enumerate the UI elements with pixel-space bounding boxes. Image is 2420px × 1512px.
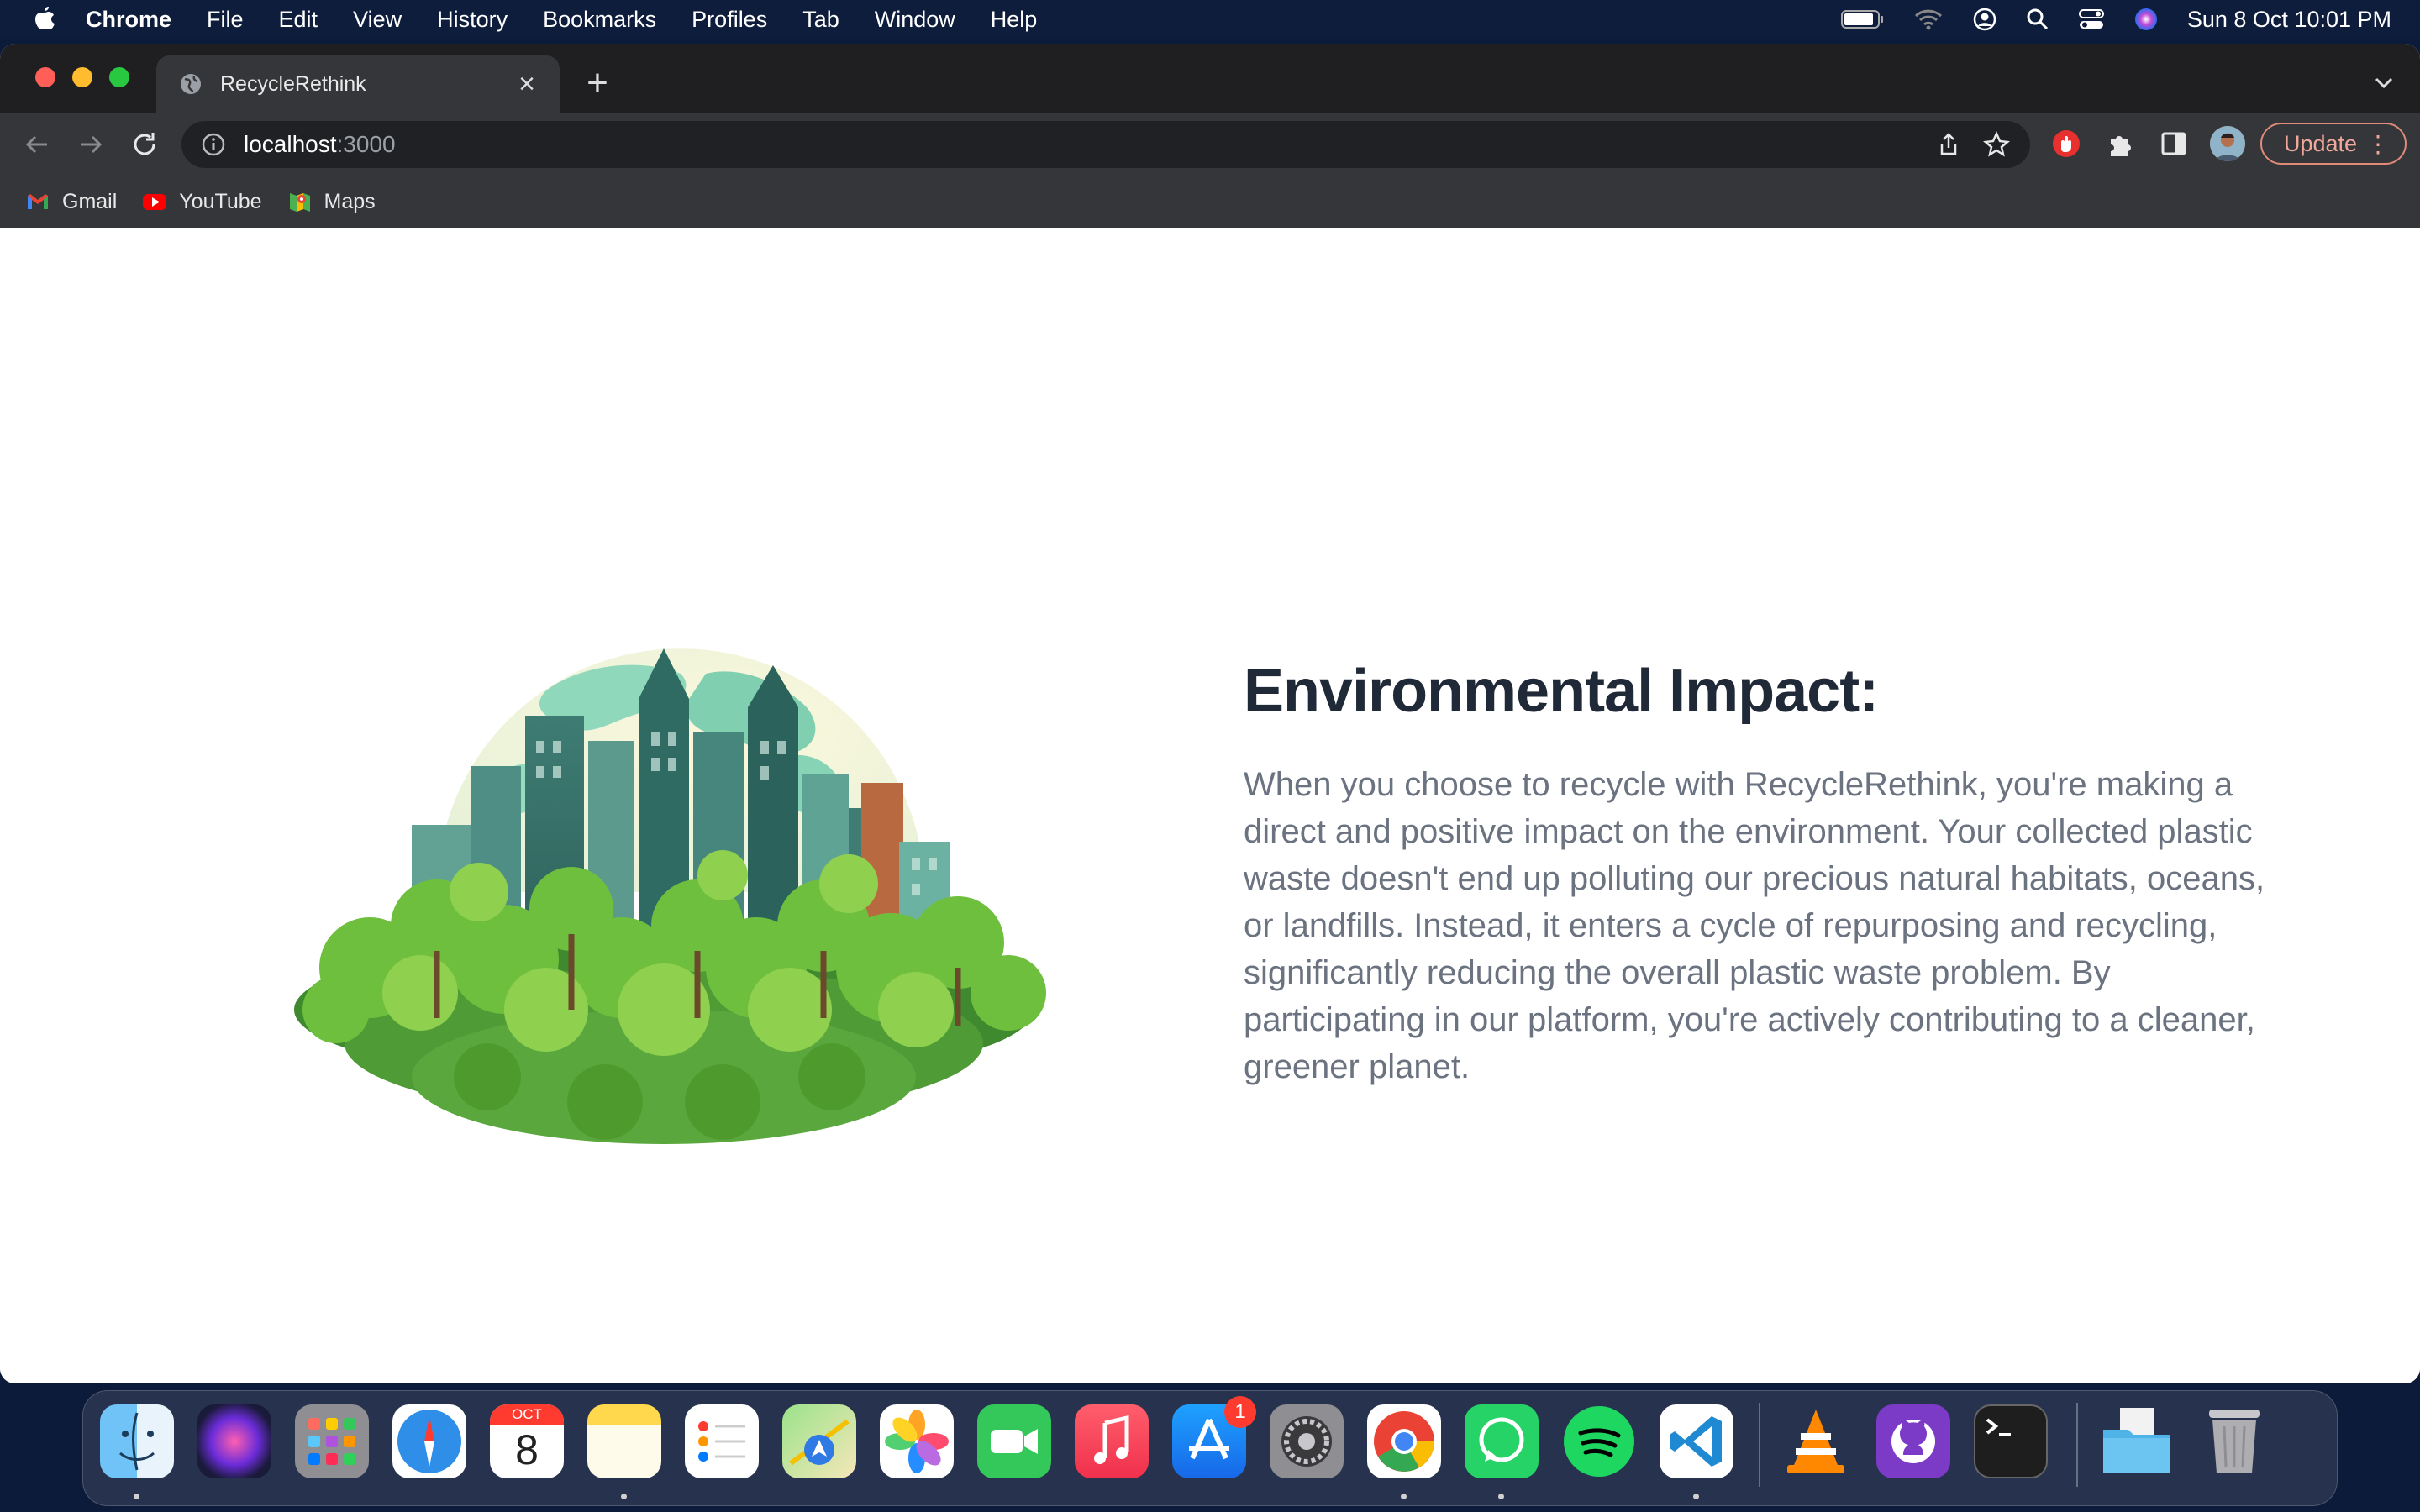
close-tab-icon[interactable]: ×: [514, 70, 539, 98]
apple-menu-icon[interactable]: [29, 3, 60, 35]
whatsapp-icon[interactable]: [1465, 1404, 1539, 1478]
back-arrow-icon[interactable]: [22, 129, 52, 160]
profile-avatar[interactable]: [2210, 126, 2245, 161]
running-indicator: [1401, 1494, 1407, 1499]
menu-bookmarks[interactable]: Bookmarks: [543, 7, 656, 33]
tab-strip: RecycleRethink × +: [0, 44, 2420, 113]
youtube-icon: [143, 194, 167, 210]
page-title: Environmental Impact:: [1244, 658, 1879, 725]
new-tab-icon[interactable]: +: [583, 65, 612, 102]
safari-icon[interactable]: [392, 1404, 466, 1478]
menu-tab[interactable]: Tab: [802, 7, 839, 33]
chrome-update-button[interactable]: Update ⋮: [2260, 123, 2407, 165]
menu-file[interactable]: File: [207, 7, 244, 33]
bookmark-label: YouTube: [179, 189, 262, 213]
globe-icon: [181, 74, 201, 94]
adblock-extension-icon[interactable]: [2050, 128, 2082, 160]
control-center-icon[interactable]: [2078, 8, 2105, 31]
impact-section: Environmental Impact: When you choose to…: [1244, 657, 2269, 1090]
url-host: localhost: [244, 131, 337, 157]
calendar-icon[interactable]: OCT 8: [490, 1404, 564, 1478]
github-desktop-icon[interactable]: [1876, 1404, 1950, 1478]
bookmark-youtube[interactable]: YouTube: [142, 189, 262, 214]
reload-icon[interactable]: [129, 129, 160, 160]
wifi-icon[interactable]: [1913, 8, 1944, 31]
web-page: Environmental Impact: When you choose to…: [0, 228, 2420, 1383]
notification-badge: 1: [1224, 1396, 1256, 1428]
gmail-icon: [28, 194, 48, 209]
music-icon[interactable]: [1075, 1404, 1149, 1478]
facetime-icon[interactable]: [977, 1404, 1051, 1478]
menu-window[interactable]: Window: [875, 7, 955, 33]
maps-icon[interactable]: [782, 1404, 856, 1478]
menubar-status-area: Sun 8 Oct 10:01 PM: [1840, 0, 2391, 39]
notes-icon[interactable]: [587, 1404, 661, 1478]
spotlight-search-icon[interactable]: [2026, 8, 2049, 31]
minimize-window-button[interactable]: [72, 67, 92, 87]
macos-dock: OCT 8 1: [82, 1390, 2338, 1506]
menu-edit[interactable]: Edit: [279, 7, 318, 33]
app-store-icon[interactable]: 1: [1172, 1396, 1256, 1478]
dock-separator: [2076, 1403, 2078, 1487]
dock-separator: [1759, 1403, 1760, 1487]
close-window-button[interactable]: [35, 67, 55, 87]
bookmark-gmail[interactable]: Gmail: [25, 189, 117, 214]
running-indicator: [134, 1494, 139, 1499]
url-text[interactable]: localhost:3000: [244, 131, 396, 158]
google-maps-icon: [289, 193, 310, 212]
downloads-folder-icon[interactable]: [2100, 1404, 2174, 1478]
system-settings-icon[interactable]: [1270, 1404, 1344, 1478]
chrome-dock-icon[interactable]: [1367, 1404, 1441, 1478]
calendar-month: OCT: [490, 1404, 564, 1425]
siri-app-icon[interactable]: [197, 1404, 271, 1478]
menu-chrome[interactable]: Chrome: [86, 7, 171, 33]
bookmarks-bar: Gmail YouTube Maps: [0, 175, 2420, 229]
siri-icon[interactable]: [2133, 7, 2159, 32]
user-account-icon[interactable]: [1972, 7, 1997, 32]
spotify-icon[interactable]: [1562, 1404, 1636, 1478]
running-indicator: [621, 1494, 627, 1499]
green-city-globe-illustration: [294, 648, 1046, 1144]
share-icon[interactable]: [1936, 132, 1961, 157]
kebab-menu-icon[interactable]: ⋮: [2366, 133, 2390, 156]
launchpad-icon[interactable]: [295, 1404, 369, 1478]
chrome-window: RecycleRethink × + localhost:3000 Update…: [0, 44, 2420, 1383]
reminders-icon[interactable]: [685, 1404, 759, 1478]
macos-menu-bar: Chrome File Edit View History Bookmarks …: [0, 0, 2420, 39]
window-controls: [35, 67, 129, 87]
photos-icon[interactable]: [880, 1404, 954, 1478]
chevron-down-icon[interactable]: [2373, 74, 2395, 91]
vlc-icon[interactable]: [1779, 1404, 1853, 1478]
calendar-day: 8: [515, 1426, 539, 1473]
update-label: Update: [2284, 130, 2358, 156]
browser-toolbar: localhost:3000 Update ⋮: [0, 113, 2420, 175]
menu-view[interactable]: View: [353, 7, 402, 33]
bookmark-label: Maps: [324, 189, 376, 213]
menubar-clock[interactable]: Sun 8 Oct 10:01 PM: [2187, 7, 2391, 33]
zoom-window-button[interactable]: [109, 67, 129, 87]
menu-profiles[interactable]: Profiles: [692, 7, 767, 33]
url-port: :3000: [336, 131, 396, 157]
site-info-icon[interactable]: [200, 131, 227, 158]
menu-help[interactable]: Help: [991, 7, 1038, 33]
forward-arrow-icon[interactable]: [76, 129, 106, 160]
running-indicator: [1498, 1494, 1504, 1499]
finder-icon[interactable]: [100, 1404, 174, 1478]
bookmark-star-icon[interactable]: [1983, 131, 2010, 158]
address-bar[interactable]: localhost:3000: [182, 121, 2030, 168]
bookmark-label: Gmail: [62, 189, 118, 213]
bookmark-maps[interactable]: Maps: [287, 189, 376, 214]
tab-recyclerethink[interactable]: RecycleRethink ×: [156, 55, 560, 113]
tab-title: RecycleRethink: [220, 71, 366, 96]
trash-icon[interactable]: [2197, 1404, 2271, 1478]
extensions-puzzle-icon[interactable]: [2104, 128, 2136, 160]
running-indicator: [1693, 1494, 1699, 1499]
vscode-icon[interactable]: [1660, 1404, 1733, 1478]
battery-icon[interactable]: [1840, 9, 1885, 29]
side-panel-icon[interactable]: [2158, 128, 2190, 160]
impact-description: When you choose to recycle with RecycleR…: [1244, 766, 2265, 1085]
menu-history[interactable]: History: [437, 7, 508, 33]
terminal-icon[interactable]: [1974, 1404, 2048, 1478]
